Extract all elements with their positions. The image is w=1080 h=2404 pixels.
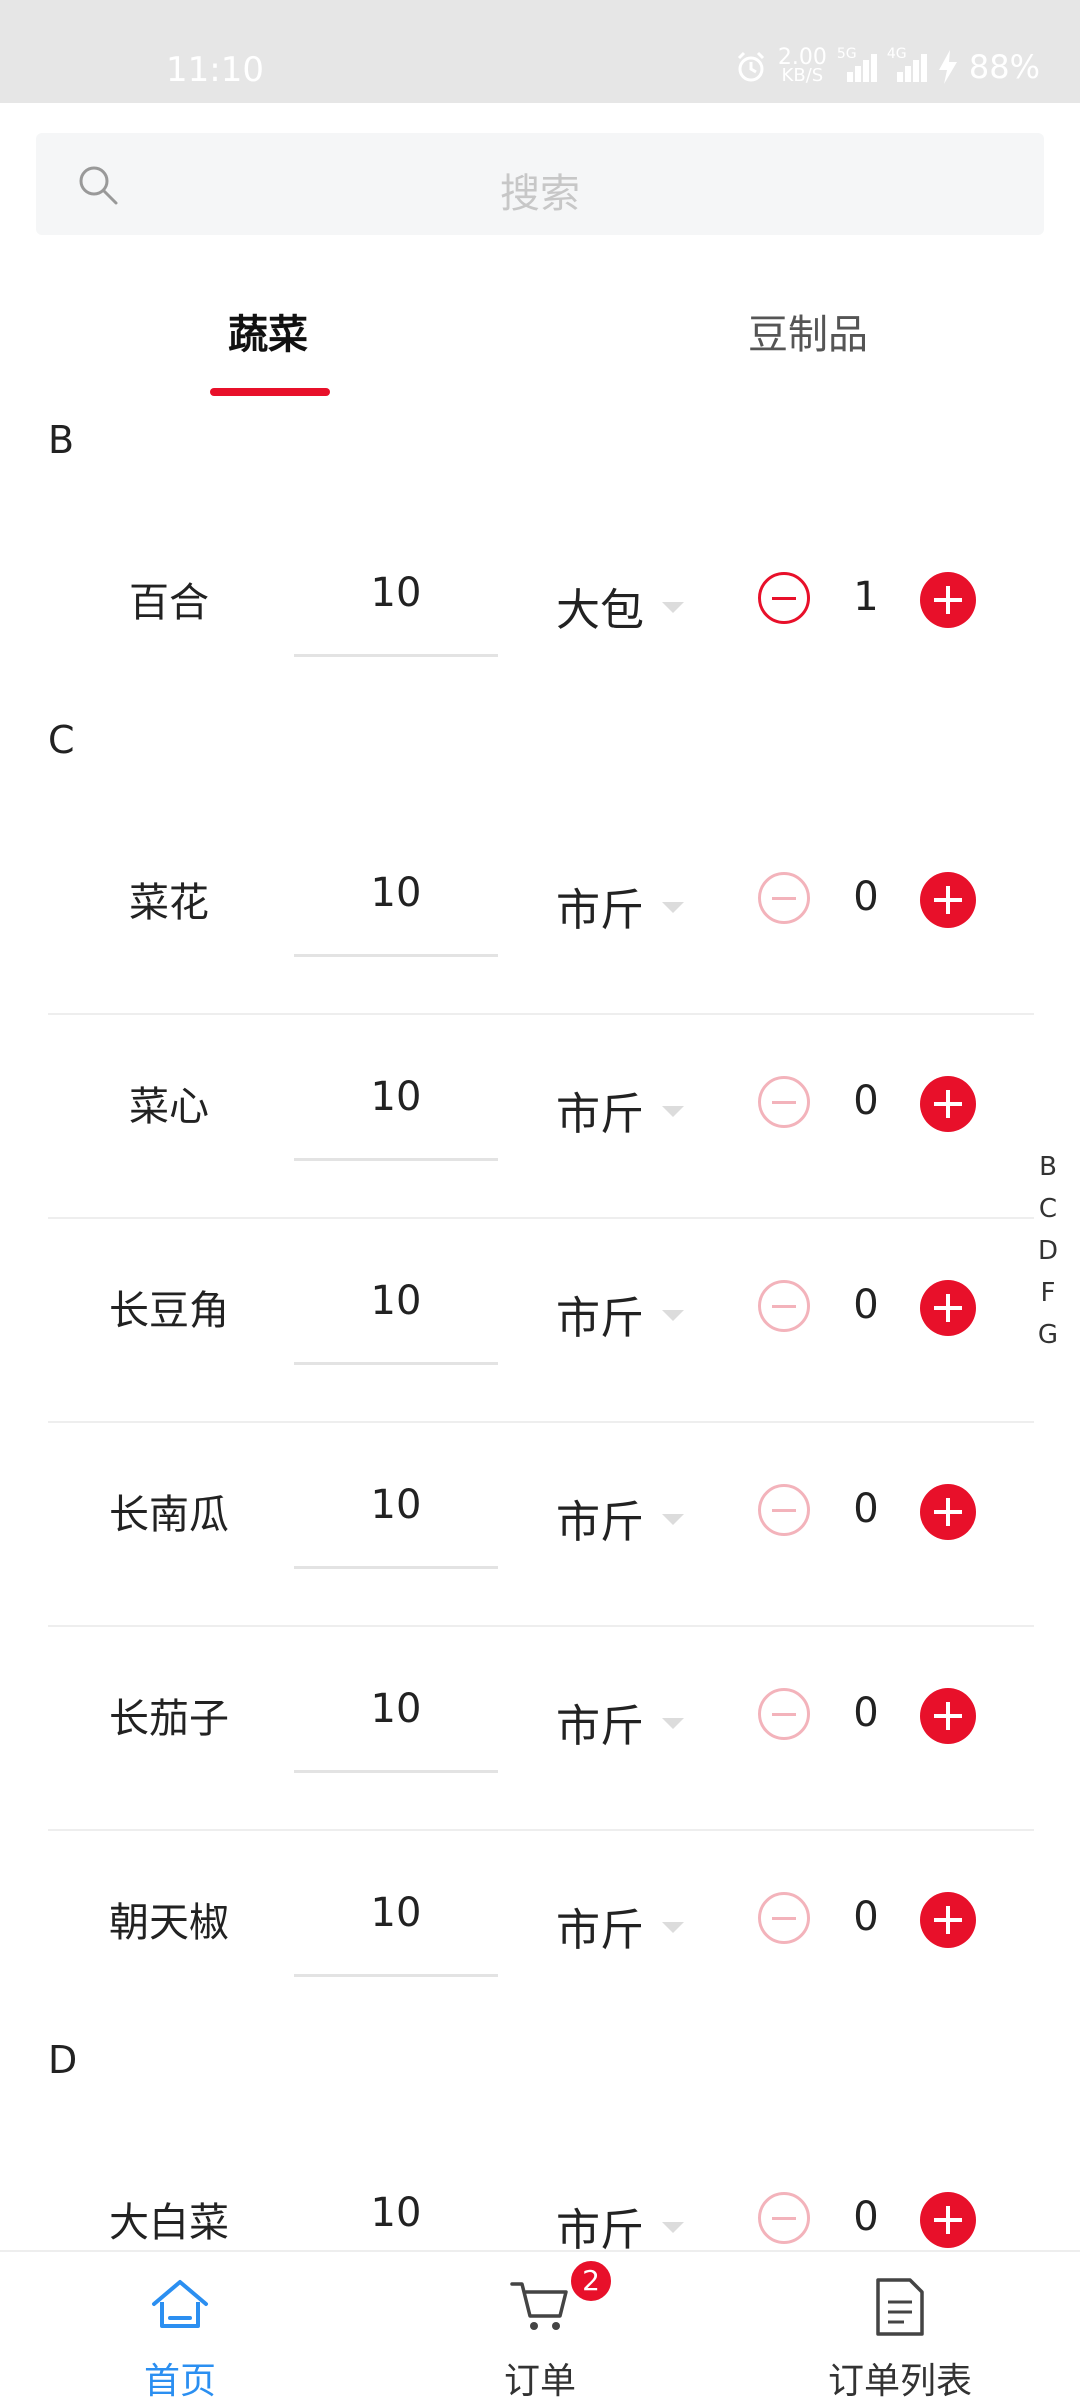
spec-input[interactable]: 10 [294, 2130, 498, 2250]
search-placeholder: 搜索 [500, 171, 580, 217]
spec-input[interactable]: 10 [294, 810, 498, 957]
list-item: 朝天椒 10 市斤 0 [48, 1830, 1034, 2033]
list-item: 长茄子 10 市斤 0 [48, 1626, 1034, 1831]
index-letter[interactable]: G [1038, 1314, 1058, 1356]
increase-button[interactable] [920, 2192, 976, 2248]
spec-input[interactable]: 10 [294, 1218, 498, 1365]
alarm-icon [737, 51, 764, 82]
status-icons: 2.00 KB/S 5G 4G 88% [734, 45, 1040, 86]
item-count: 0 [853, 874, 879, 920]
chevron-down-icon [662, 1514, 684, 1525]
home-icon [152, 2280, 208, 2328]
unit-select[interactable]: 市斤 [556, 1078, 644, 1142]
index-letter[interactable]: C [1039, 1188, 1057, 1230]
status-time: 11:10 [166, 50, 264, 90]
increase-button[interactable] [920, 872, 976, 928]
document-list-icon [876, 2278, 924, 2336]
index-letter[interactable]: D [1038, 1230, 1058, 1272]
item-name: 长茄子 [109, 1696, 229, 1742]
unit-select[interactable]: 市斤 [556, 874, 644, 938]
item-count: 0 [853, 1690, 879, 1736]
decrease-button[interactable] [758, 572, 810, 624]
increase-button[interactable] [920, 1892, 976, 1948]
section-header-d: D [48, 2038, 78, 2082]
nav-order-list-label: 订单列表 [827, 2361, 972, 2402]
item-name: 菜心 [129, 1084, 209, 1130]
alphabet-index[interactable]: B C D F G [1030, 1146, 1066, 1356]
item-name: 长豆角 [109, 1288, 229, 1334]
item-name: 百合 [129, 580, 209, 626]
spec-input[interactable]: 10 [294, 1014, 498, 1161]
decrease-button[interactable] [758, 1076, 810, 1128]
signal-4g-icon: 4G [887, 46, 927, 82]
index-letter[interactable]: B [1039, 1146, 1057, 1188]
cart-icon [510, 2282, 568, 2330]
list-item: 长南瓜 10 市斤 0 [48, 1422, 1034, 1627]
nav-orders[interactable]: 2 订单 [420, 2252, 660, 2402]
cart-badge: 2 [568, 2258, 614, 2304]
decrease-button[interactable] [758, 1892, 810, 1944]
increase-button[interactable] [920, 1076, 976, 1132]
list-item: 大白菜 10 市斤 0 [48, 2130, 1034, 2250]
tab-active-indicator [210, 388, 330, 396]
net-speed: 2.00 KB/S [777, 45, 827, 86]
chevron-down-icon [662, 1718, 684, 1729]
list-item: 菜心 10 市斤 0 [48, 1014, 1034, 1219]
spec-input[interactable]: 10 [294, 510, 498, 657]
index-letter[interactable]: F [1041, 1272, 1056, 1314]
decrease-button[interactable] [758, 1280, 810, 1332]
list-item: 百合 10 大包 1 [48, 510, 1034, 713]
unit-select[interactable]: 市斤 [556, 1282, 644, 1346]
bottom-nav: 首页 2 订单 订单列表 [0, 2250, 1080, 2402]
item-count: 0 [853, 2194, 879, 2240]
list-item: 菜花 10 市斤 0 [48, 810, 1034, 1015]
chevron-down-icon [662, 1106, 684, 1117]
item-count: 0 [853, 1282, 879, 1328]
charging-icon [938, 50, 957, 84]
increase-button[interactable] [920, 1484, 976, 1540]
tab-vegetables[interactable]: 蔬菜 [228, 302, 308, 360]
battery-level: 88% [968, 48, 1040, 86]
chevron-down-icon [662, 902, 684, 913]
unit-select[interactable]: 市斤 [556, 2194, 644, 2250]
unit-select[interactable]: 市斤 [556, 1486, 644, 1550]
category-tabs: 蔬菜 豆制品 [0, 280, 1080, 400]
spec-input[interactable]: 10 [294, 1626, 498, 1773]
signal-5g-icon: 5G [837, 46, 877, 82]
section-header-b: B [48, 418, 75, 462]
chevron-down-icon [662, 2222, 684, 2233]
tab-tofu-products[interactable]: 豆制品 [748, 302, 868, 360]
item-count: 0 [853, 1078, 879, 1124]
item-name: 朝天椒 [109, 1900, 229, 1946]
unit-select[interactable]: 大包 [556, 574, 644, 638]
increase-button[interactable] [920, 1688, 976, 1744]
increase-button[interactable] [920, 1280, 976, 1336]
item-count: 0 [853, 1894, 879, 1940]
chevron-down-icon [662, 602, 684, 613]
item-count: 0 [853, 1486, 879, 1532]
section-header-c: C [48, 718, 75, 762]
unit-select[interactable]: 市斤 [556, 1894, 644, 1958]
spec-input[interactable]: 10 [294, 1830, 498, 1977]
decrease-button[interactable] [758, 1688, 810, 1740]
search-bar[interactable]: 搜索 [36, 133, 1044, 235]
status-bar: 11:10 2.00 KB/S 5G 4G 88% [0, 0, 1080, 103]
nav-home[interactable]: 首页 [60, 2252, 300, 2402]
decrease-button[interactable] [758, 2192, 810, 2244]
list-item: 长豆角 10 市斤 0 [48, 1218, 1034, 1423]
nav-orders-label: 订单 [503, 2361, 576, 2402]
item-name: 大白菜 [109, 2200, 229, 2246]
item-name: 长南瓜 [109, 1492, 229, 1538]
unit-select[interactable]: 市斤 [556, 1690, 644, 1754]
chevron-down-icon [662, 1310, 684, 1321]
spec-input[interactable]: 10 [294, 1422, 498, 1569]
nav-order-list[interactable]: 订单列表 [780, 2252, 1020, 2402]
nav-home-label: 首页 [143, 2361, 216, 2402]
increase-button[interactable] [920, 572, 976, 628]
item-count: 1 [853, 574, 879, 620]
chevron-down-icon [662, 1922, 684, 1933]
decrease-button[interactable] [758, 872, 810, 924]
item-name: 菜花 [129, 880, 209, 926]
decrease-button[interactable] [758, 1484, 810, 1536]
